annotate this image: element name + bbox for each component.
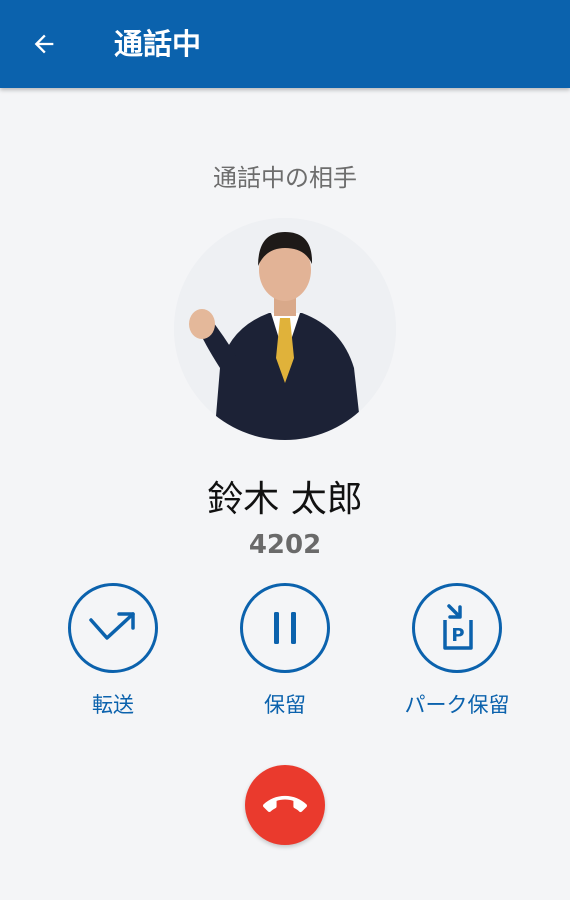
- end-call-icon: [263, 795, 307, 813]
- hold-button[interactable]: 保留: [200, 583, 370, 719]
- park-hold-button[interactable]: P パーク保留: [372, 583, 542, 719]
- transfer-button-ring[interactable]: [68, 583, 158, 673]
- transfer-label: 転送: [92, 693, 134, 717]
- avatar: [174, 218, 396, 440]
- call-partner-caption: 通話中の相手: [213, 164, 357, 192]
- page-title: 通話中: [114, 27, 202, 61]
- contact-extension: 4202: [248, 530, 322, 560]
- park-hold-label: パーク保留: [404, 693, 510, 717]
- end-call-button[interactable]: [245, 765, 325, 845]
- svg-text:P: P: [451, 625, 464, 646]
- back-button[interactable]: [24, 24, 64, 64]
- app-bar: 通話中: [0, 0, 570, 88]
- hold-button-ring[interactable]: [240, 583, 330, 673]
- transfer-button[interactable]: 転送: [28, 583, 198, 719]
- contact-name: 鈴木 太郎: [207, 479, 363, 520]
- transfer-icon: [89, 612, 135, 640]
- pause-icon: [274, 612, 296, 644]
- park-hold-button-ring[interactable]: P: [412, 583, 502, 673]
- park-hold-icon: P: [443, 604, 473, 650]
- arrow-back-icon: [34, 34, 54, 54]
- contact-photo: [174, 218, 396, 440]
- hold-label: 保留: [264, 693, 306, 717]
